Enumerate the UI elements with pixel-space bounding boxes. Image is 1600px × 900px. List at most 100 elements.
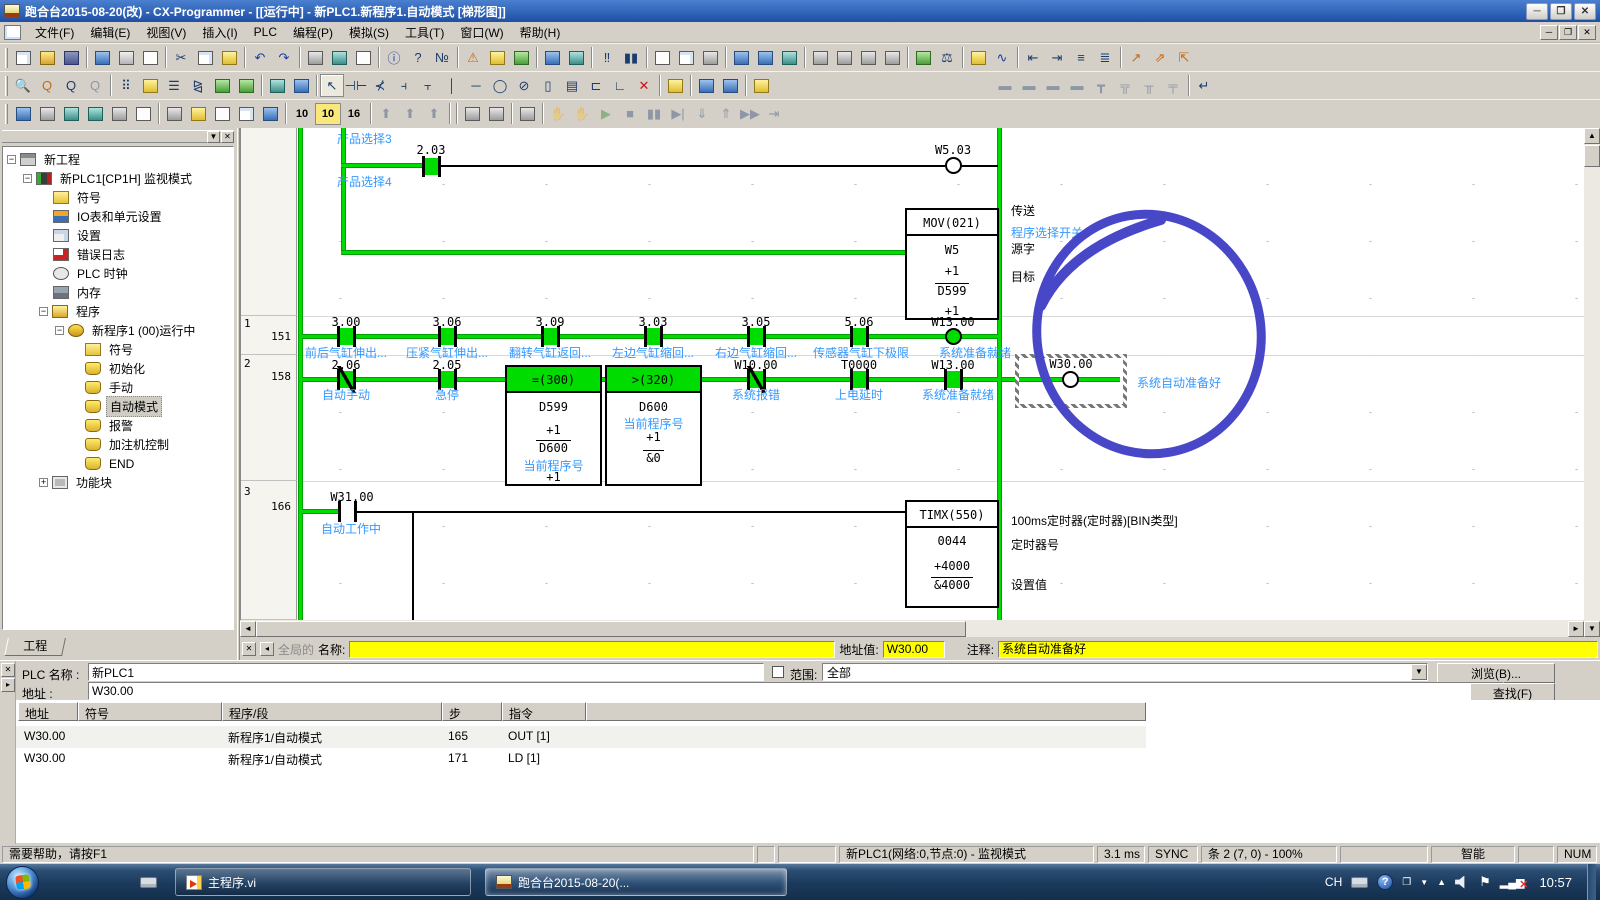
cross-reference-icon[interactable] [698,46,722,69]
scope-dropdown[interactable]: 全部 ▼ [822,663,1428,681]
io-comment-icon[interactable]: ⧎ [186,74,210,97]
compare-greater-box[interactable]: >(320) D600 当前程序号 +1 &0 [605,365,702,486]
sim-step-over-icon[interactable]: ⇑ [714,102,738,125]
close-button[interactable]: ✕ [1574,3,1596,20]
build-icon[interactable] [162,102,186,125]
return-icon[interactable]: ↵ [1192,74,1216,97]
tree-item-symbols[interactable]: 符号 [3,188,233,207]
delete-line-icon[interactable]: ✕ [632,74,656,97]
data-trace-icon[interactable]: ∿ [990,46,1014,69]
vertical-line-icon[interactable]: │ [440,74,464,97]
io-small-icon[interactable] [210,102,234,125]
differential-monitor-icon[interactable] [966,46,990,69]
find-binoculars-icon[interactable] [303,46,327,69]
scroll-thumb[interactable] [1584,145,1600,167]
slant-tool-1-icon[interactable]: ↗ [1124,46,1148,69]
view-ladder-icon[interactable] [650,46,674,69]
online-work-icon[interactable] [485,46,509,69]
zoom-in-icon[interactable]: Q [59,74,83,97]
symbols-table-icon[interactable] [210,74,234,97]
infobar-prev-button[interactable]: ◂ [260,642,274,656]
sim-window-2-icon[interactable] [484,102,508,125]
tree-item-programs[interactable]: −程序 [3,302,233,321]
help-icon[interactable]: ? [406,46,430,69]
child-minimize-button[interactable]: ─ [1540,25,1558,40]
child-restore-button[interactable]: ❐ [1559,25,1577,40]
compare-plc-icon[interactable] [777,46,801,69]
tree-item-program1[interactable]: −新程序1 (00)运行中 [3,321,233,340]
tree-item-section-auto[interactable]: 自动模式 [3,397,233,416]
monitor-bar-5-icon[interactable]: ┳ [1089,74,1113,97]
slant-tool-3-icon[interactable]: ⇱ [1172,46,1196,69]
show-hidden-icons-button[interactable]: ▲ [1437,877,1446,887]
symbol-small-icon[interactable] [186,102,210,125]
io-table-icon[interactable] [856,46,880,69]
monitor-mode-icon[interactable] [509,46,533,69]
monitor-bar-8-icon[interactable]: ╤ [1161,74,1185,97]
plc-cycle-icon[interactable] [663,74,687,97]
window-output-icon[interactable] [35,102,59,125]
monitor-bar-4-icon[interactable]: ▬ [1065,74,1089,97]
corner-line-icon[interactable]: ∟ [608,74,632,97]
debug-mode-icon[interactable] [564,46,588,69]
child-close-button[interactable]: ✕ [1578,25,1596,40]
cut-icon[interactable]: ✂ [169,46,193,69]
coil-w5-03[interactable] [945,157,962,174]
tree-item-section-alarm[interactable]: 报警 [3,416,233,435]
online-edit-grid-icon[interactable] [718,74,742,97]
column-header-address[interactable]: 地址 [18,702,78,721]
volume-muted-icon[interactable]: ✕ [1455,876,1470,889]
list-small-icon[interactable] [234,102,258,125]
sim-to-end-icon[interactable]: ⇥ [762,102,786,125]
column-header-blank[interactable] [586,702,1146,721]
sim-window-1-icon[interactable] [460,102,484,125]
coil-w13-00[interactable] [945,328,962,345]
tree-item-section-init[interactable]: 初始化 [3,359,233,378]
comment-value-field[interactable]: 系统自动准备好 [998,641,1598,658]
run-stop-icon[interactable]: ‼ [595,46,619,69]
monitor-decimal-button[interactable]: 10 [289,103,315,125]
result-row[interactable]: W30.00 新程序1/自动模式 171 LD [1] [16,748,1146,770]
menu-file[interactable]: 文件(F) [27,22,82,43]
step-up-3-icon[interactable]: ⬆ [422,102,446,125]
menu-edit[interactable]: 编辑(E) [82,22,138,43]
toolbar-grip[interactable] [5,48,8,68]
ladder-vertical-scrollbar[interactable]: ▲ ▼ [1584,128,1600,637]
quick-launch-button[interactable] [135,869,161,895]
scope-checkbox[interactable] [772,666,784,678]
column-header-program[interactable]: 程序/段 [222,702,442,721]
ladder-diagram[interactable]: 产品选择3 2.03 产品选择4 W5.03 MOV(021) W5 +1 D5… [240,128,1584,620]
scroll-down-button[interactable]: ▼ [1584,621,1600,637]
action-center-flag-icon[interactable]: ⚑ [1479,874,1491,890]
window-cascade-icon[interactable] [11,102,35,125]
keyboard-tray-icon[interactable] [1351,877,1368,888]
sim-scan-mode-icon[interactable]: ✋ [570,102,594,125]
new-contact-icon[interactable]: ⊣⊢ [344,74,368,97]
tree-item-plc-clock[interactable]: PLC 时钟 [3,264,233,283]
indent-icon[interactable]: ⇤ [1021,46,1045,69]
column-header-symbol[interactable]: 符号 [78,702,222,721]
address-value-field[interactable]: W30.00 [883,641,945,658]
mov-instruction-box[interactable]: MOV(021) W5 +1 D599 +1 [905,208,999,320]
horizontal-line-icon[interactable]: ─ [464,74,488,97]
taskbar-clock[interactable]: 10:57 [1539,875,1572,890]
menu-help[interactable]: 帮助(H) [512,22,569,43]
view-mnemonic-icon[interactable] [674,46,698,69]
menu-program[interactable]: 编程(P) [285,22,341,43]
undo-icon[interactable]: ↶ [248,46,272,69]
redo-icon[interactable]: ↷ [272,46,296,69]
sim-run-to-icon[interactable]: ▶| [666,102,690,125]
tree-item-section-manual[interactable]: 手动 [3,378,233,397]
browse-button[interactable]: 浏览(B)... [1437,663,1555,683]
tab-project[interactable]: 工程 [4,638,66,656]
outdent-icon[interactable]: ⇥ [1045,46,1069,69]
monitor-bar-7-icon[interactable]: ╥ [1137,74,1161,97]
scroll-up-button[interactable]: ▲ [1584,128,1600,144]
minimize-button[interactable]: ─ [1526,3,1548,20]
function-block-icon[interactable]: ▯ [536,74,560,97]
pause-icon[interactable]: ▮▮ [619,46,643,69]
toolbar-grip[interactable] [5,104,8,124]
grid-toggle-icon[interactable]: ⠿ [114,74,138,97]
tree-item-plc[interactable]: −新PLC1[CP1H] 监视模式 [3,169,233,188]
menu-window[interactable]: 窗口(W) [452,22,511,43]
